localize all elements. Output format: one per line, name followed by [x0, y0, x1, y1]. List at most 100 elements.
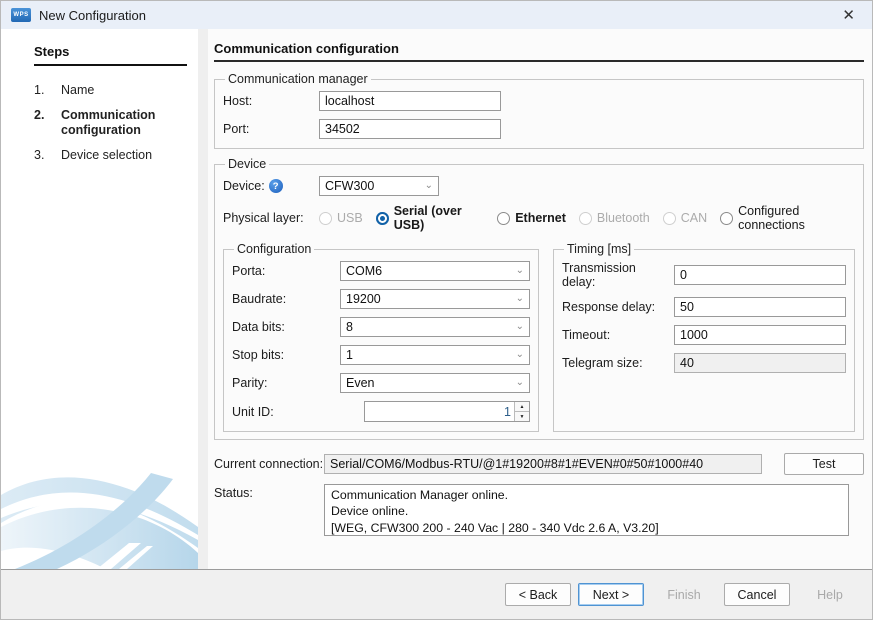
porta-select[interactable]: COM6 ⌄ — [340, 261, 530, 281]
spin-down-icon[interactable]: ▼ — [515, 412, 529, 421]
transmission-delay-input[interactable] — [674, 265, 846, 285]
device-label: Device: — [223, 179, 265, 193]
physical-layer-row: Physical layer: USB Serial (over USB) Et… — [223, 204, 855, 232]
step-number: 3. — [34, 148, 61, 164]
steps-panel: Steps 1. Name 2. Communication configura… — [1, 29, 198, 569]
window-titlebar: WPS New Configuration ✕ — [1, 1, 872, 29]
current-connection-label: Current connection: — [214, 457, 324, 471]
chevron-down-icon: ⌄ — [516, 294, 524, 304]
data-bits-label: Data bits: — [232, 320, 340, 334]
status-line: Device online. — [331, 503, 842, 519]
timing-legend: Timing [ms] — [564, 242, 634, 256]
radio-circle-icon[interactable] — [720, 212, 733, 225]
radio-circle-icon — [663, 212, 676, 225]
step-number: 2. — [34, 108, 61, 139]
device-select-value: CFW300 — [325, 179, 374, 193]
step-label: Communication configuration — [61, 108, 175, 139]
telegram-size-field — [674, 353, 846, 373]
porta-value: COM6 — [346, 264, 382, 278]
help-button: Help — [797, 583, 863, 606]
radio-circle-icon — [319, 212, 332, 225]
steps-list: 1. Name 2. Communication configuration 3… — [34, 83, 198, 164]
baudrate-label: Baudrate: — [232, 292, 340, 306]
status-box: Communication Manager online. Device onl… — [324, 484, 849, 536]
radio-label: CAN — [681, 211, 707, 225]
status-line: Communication Manager online. — [331, 487, 842, 503]
step-item-device-selection[interactable]: 3. Device selection — [34, 148, 198, 164]
parity-select[interactable]: Even ⌄ — [340, 373, 530, 393]
port-label: Port: — [223, 122, 319, 136]
physical-layer-label: Physical layer: — [223, 211, 319, 225]
unit-id-label: Unit ID: — [232, 405, 340, 419]
data-bits-select[interactable]: 8 ⌄ — [340, 317, 530, 337]
main-panel: Communication configuration Communicatio… — [208, 29, 872, 569]
window-title: New Configuration — [39, 8, 146, 23]
unit-id-stepper[interactable]: ▲ ▼ — [364, 401, 530, 422]
baudrate-select[interactable]: 19200 ⌄ — [340, 289, 530, 309]
device-legend: Device — [225, 157, 269, 171]
radio-label: Ethernet — [515, 211, 566, 225]
spin-up-icon[interactable]: ▲ — [515, 402, 529, 412]
radio-label: Serial (over USB) — [394, 204, 484, 232]
stop-bits-label: Stop bits: — [232, 348, 340, 362]
next-button[interactable]: Next > — [578, 583, 644, 606]
finish-button: Finish — [651, 583, 717, 606]
transmission-delay-label: Transmission delay: — [562, 261, 667, 289]
page-title: Communication configuration — [214, 41, 864, 62]
radio-usb: USB — [319, 211, 363, 225]
radio-label: Configured connections — [738, 204, 855, 232]
radio-can: CAN — [663, 211, 707, 225]
host-label: Host: — [223, 94, 319, 108]
step-label: Name — [61, 83, 175, 99]
configuration-legend: Configuration — [234, 242, 314, 256]
radio-circle-icon[interactable] — [497, 212, 510, 225]
cancel-button[interactable]: Cancel — [724, 583, 790, 606]
baudrate-value: 19200 — [346, 292, 381, 306]
test-button[interactable]: Test — [784, 453, 864, 475]
new-configuration-dialog: WPS New Configuration ✕ Steps 1. Name 2.… — [0, 0, 873, 620]
sidebar-main-divider — [198, 29, 208, 569]
parity-label: Parity: — [232, 376, 340, 390]
help-icon[interactable]: ? — [269, 179, 283, 193]
radio-circle-icon — [579, 212, 592, 225]
chevron-down-icon: ⌄ — [516, 322, 524, 332]
step-item-name[interactable]: 1. Name — [34, 83, 198, 99]
radio-configured-connections[interactable]: Configured connections — [720, 204, 855, 232]
stop-bits-select[interactable]: 1 ⌄ — [340, 345, 530, 365]
current-connection-field — [324, 454, 762, 474]
timing-group: Timing [ms] Transmission delay: Response… — [553, 242, 855, 432]
porta-label: Porta: — [232, 264, 340, 278]
unit-id-input[interactable] — [365, 402, 514, 421]
chevron-down-icon: ⌄ — [516, 266, 524, 276]
wizard-button-bar: < Back Next > Finish Cancel Help — [1, 569, 872, 619]
radio-bluetooth: Bluetooth — [579, 211, 650, 225]
status-line: [WEG, CFW300 200 - 240 Vac | 280 - 340 V… — [331, 520, 842, 536]
timeout-input[interactable] — [674, 325, 846, 345]
close-icon[interactable]: ✕ — [835, 8, 862, 23]
port-input[interactable] — [319, 119, 501, 139]
wps-app-icon: WPS — [11, 8, 31, 22]
parity-value: Even — [346, 376, 375, 390]
current-connection-row: Current connection: Test — [214, 453, 864, 475]
configuration-group: Configuration Porta: COM6 ⌄ Baudrate: 19 — [223, 242, 539, 432]
host-input[interactable] — [319, 91, 501, 111]
step-number: 1. — [34, 83, 61, 99]
device-select[interactable]: CFW300 ⌄ — [319, 176, 439, 196]
radio-label: Bluetooth — [597, 211, 650, 225]
decorative-swoosh-graphic — [1, 451, 198, 569]
telegram-size-label: Telegram size: — [562, 356, 667, 370]
radio-ethernet[interactable]: Ethernet — [497, 211, 566, 225]
dialog-body: Steps 1. Name 2. Communication configura… — [1, 29, 872, 569]
back-button[interactable]: < Back — [505, 583, 571, 606]
chevron-down-icon: ⌄ — [425, 181, 433, 191]
chevron-down-icon: ⌄ — [516, 378, 524, 388]
response-delay-input[interactable] — [674, 297, 846, 317]
step-item-communication-configuration[interactable]: 2. Communication configuration — [34, 108, 198, 139]
radio-selected-icon[interactable] — [376, 212, 389, 225]
radio-label: USB — [337, 211, 363, 225]
stop-bits-value: 1 — [346, 348, 353, 362]
radio-serial-over-usb[interactable]: Serial (over USB) — [376, 204, 484, 232]
steps-heading: Steps — [34, 44, 187, 66]
status-row: Status: Communication Manager online. De… — [214, 484, 864, 536]
communication-manager-legend: Communication manager — [225, 72, 371, 86]
